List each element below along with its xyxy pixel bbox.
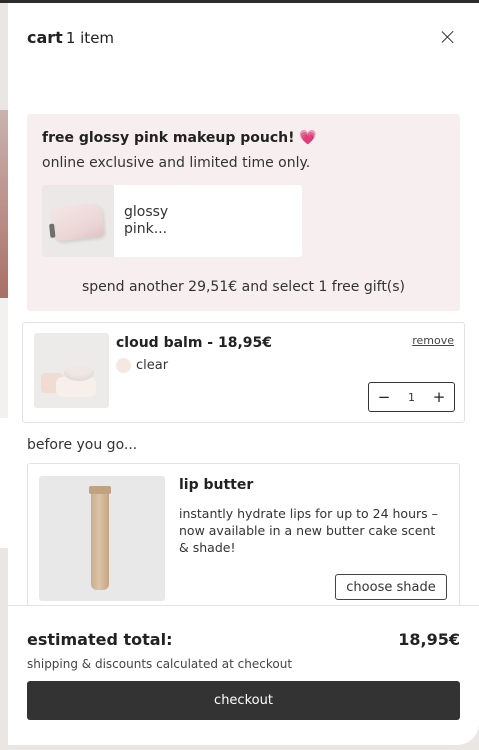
recommendation-card: lip butter instantly hydrate lips for up… (27, 463, 460, 613)
recommendation-product-image (39, 476, 165, 601)
checkout-button[interactable]: checkout (27, 681, 460, 720)
cart-item-variant: clear (116, 358, 168, 373)
choose-shade-button[interactable]: choose shade (335, 574, 447, 600)
cart-item-count: 1 item (65, 28, 115, 47)
gift-option-card[interactable]: glossy pink... (42, 185, 302, 257)
lip-tube-image (91, 490, 109, 590)
cart-footer: estimated total: 18,95€ shipping & disco… (8, 605, 479, 745)
promo-title: free glossy pink makeup pouch! 💗 (42, 130, 317, 146)
variant-swatch (116, 358, 131, 373)
close-icon[interactable] (438, 27, 458, 47)
total-label: estimated total: (27, 630, 173, 649)
total-value: 18,95€ (398, 630, 460, 649)
recommendation-description: instantly hydrate lips for up to 24 hour… (179, 506, 438, 555)
recommendations-heading: before you go... (27, 437, 138, 453)
cart-drawer: cart 1 item free glossy pink makeup pouch… (8, 3, 479, 745)
minus-icon[interactable]: − (377, 388, 391, 406)
plus-icon[interactable]: + (432, 388, 446, 406)
promo-subtitle: online exclusive and limited time only. (42, 155, 311, 171)
cart-line-item: cloud balm - 18,95€ clear remove − 1 + (22, 322, 465, 423)
background-panel (0, 298, 8, 418)
pouch-image (51, 202, 105, 242)
gift-name: glossy pink... (124, 204, 169, 237)
background-product-photo (0, 110, 8, 298)
promo-spend-text: spend another 29,51€ and select 1 free g… (81, 279, 406, 295)
gift-product-image (42, 185, 114, 257)
cart-item-image (34, 333, 109, 408)
jar-lid-image (64, 365, 94, 381)
cart-title: cart 1 item (27, 28, 114, 47)
variant-label: clear (136, 358, 169, 373)
cart-header: cart 1 item (27, 25, 460, 49)
gift-promo-banner: free glossy pink makeup pouch! 💗 online … (27, 114, 460, 311)
quantity-stepper: − 1 + (368, 382, 455, 412)
cart-title-label: cart (27, 27, 63, 47)
lip-tube-cap (89, 486, 111, 494)
recommendation-title: lip butter (179, 477, 254, 493)
remove-link[interactable]: remove (412, 334, 454, 347)
shipping-note: shipping & discounts calculated at check… (27, 657, 293, 671)
background-panel-white (0, 418, 8, 548)
quantity-value: 1 (408, 390, 415, 404)
cart-item-name: cloud balm - 18,95€ (116, 335, 273, 351)
